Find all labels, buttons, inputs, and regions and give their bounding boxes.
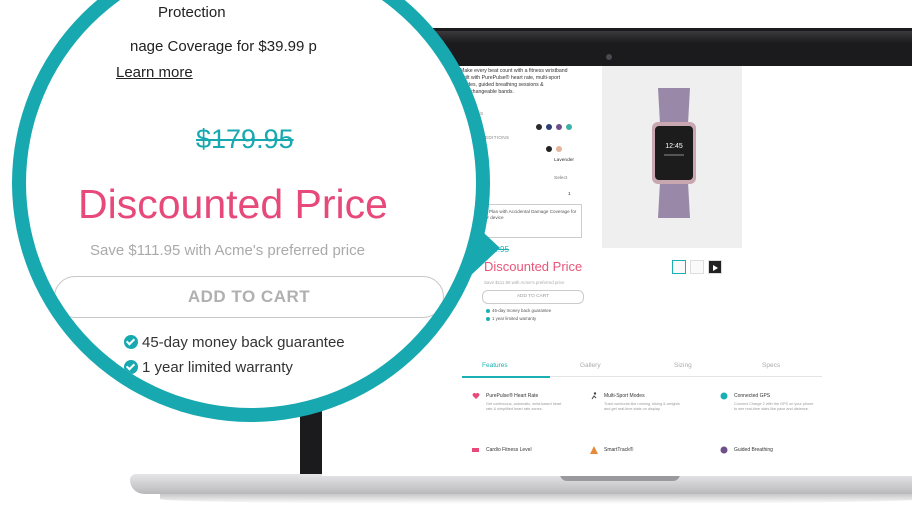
learn-more-link[interactable]: Learn more bbox=[116, 64, 193, 81]
video-thumbnail[interactable] bbox=[708, 260, 722, 274]
feature-title: Guided Breathing bbox=[734, 447, 773, 453]
guarantee-text: 45-day money back guarantee bbox=[492, 308, 552, 313]
tab-gallery[interactable]: Gallery bbox=[580, 362, 601, 369]
feature-title: Cardio Fitness Level bbox=[486, 447, 532, 453]
original-price-large: $179.95 bbox=[196, 124, 294, 154]
quantity-value[interactable]: 1 bbox=[568, 192, 571, 197]
feature-title: Multi-Sport Modes bbox=[604, 393, 645, 399]
product-description: Make every beat count with a fitness wri… bbox=[460, 68, 568, 95]
color-swatch-blue[interactable] bbox=[546, 124, 552, 130]
guarantee-item-large: 45-day money back guarantee bbox=[124, 334, 345, 351]
tab-features[interactable]: Features bbox=[482, 362, 508, 369]
laptop-shadow bbox=[160, 494, 912, 504]
watch-time: 12:45 bbox=[665, 143, 683, 150]
active-tab-indicator bbox=[462, 376, 550, 378]
warranty-text-large: 1 year limited warranty bbox=[142, 359, 293, 376]
feature-title: SmartTrack® bbox=[604, 447, 634, 453]
heart-icon bbox=[472, 393, 480, 399]
selected-value: Lavender bbox=[554, 158, 575, 163]
running-icon bbox=[591, 392, 597, 400]
play-icon bbox=[713, 265, 718, 271]
feature-title: Connected GPS bbox=[734, 393, 771, 399]
damage-coverage-text: nage Coverage for $39.99 p bbox=[130, 38, 317, 55]
add-to-cart-button-large[interactable]: ADD TO CART bbox=[54, 276, 444, 318]
guarantee-item: 45-day money back guarantee bbox=[486, 308, 551, 313]
discounted-price-large: Discounted Price bbox=[78, 181, 388, 227]
feature-desc: Track workouts like running, biking & we… bbox=[604, 402, 680, 411]
feature-desc: Connect Charge 2 with the GPS on your ph… bbox=[734, 402, 814, 411]
check-icon bbox=[486, 316, 490, 321]
breathing-icon bbox=[720, 446, 728, 454]
fitness-tracker-image: 12:45 bbox=[652, 88, 696, 218]
tab-specs[interactable]: Specs bbox=[762, 362, 780, 369]
gps-icon bbox=[720, 392, 728, 400]
save-text-large: Save $111.95 with Acme's preferred price bbox=[90, 242, 365, 259]
protection-title: Protection bbox=[158, 4, 226, 21]
feature-title: PurePulse® Heart Rate bbox=[486, 393, 539, 399]
special-swatch-rose[interactable] bbox=[556, 146, 562, 152]
cardio-icon bbox=[472, 448, 479, 452]
thumbnail-1[interactable] bbox=[672, 260, 686, 274]
feature-desc: Get continuous, automatic, wrist-based h… bbox=[486, 402, 562, 411]
size-select[interactable]: Select bbox=[554, 176, 567, 181]
check-icon bbox=[486, 308, 490, 313]
product-tabs: Features Gallery Sizing Specs bbox=[462, 356, 822, 377]
laptop-base bbox=[130, 474, 912, 494]
color-swatch-teal[interactable] bbox=[566, 124, 572, 130]
check-circle-icon bbox=[124, 360, 138, 374]
check-circle-icon bbox=[124, 335, 138, 349]
color-swatch-black[interactable] bbox=[536, 124, 542, 130]
special-swatch-black[interactable] bbox=[546, 146, 552, 152]
thumbnail-2[interactable] bbox=[690, 260, 704, 274]
webcam-icon bbox=[606, 54, 612, 60]
warranty-text: 1 year limited warranty bbox=[492, 316, 537, 321]
tab-sizing[interactable]: Sizing bbox=[674, 362, 692, 369]
warranty-item-large: 1 year limited warranty bbox=[124, 359, 293, 376]
color-swatch-plum[interactable] bbox=[556, 124, 562, 130]
warranty-item: 1 year limited warranty bbox=[486, 316, 536, 321]
smarttrack-icon bbox=[590, 446, 598, 454]
guarantee-text-large: 45-day money back guarantee bbox=[142, 334, 345, 351]
